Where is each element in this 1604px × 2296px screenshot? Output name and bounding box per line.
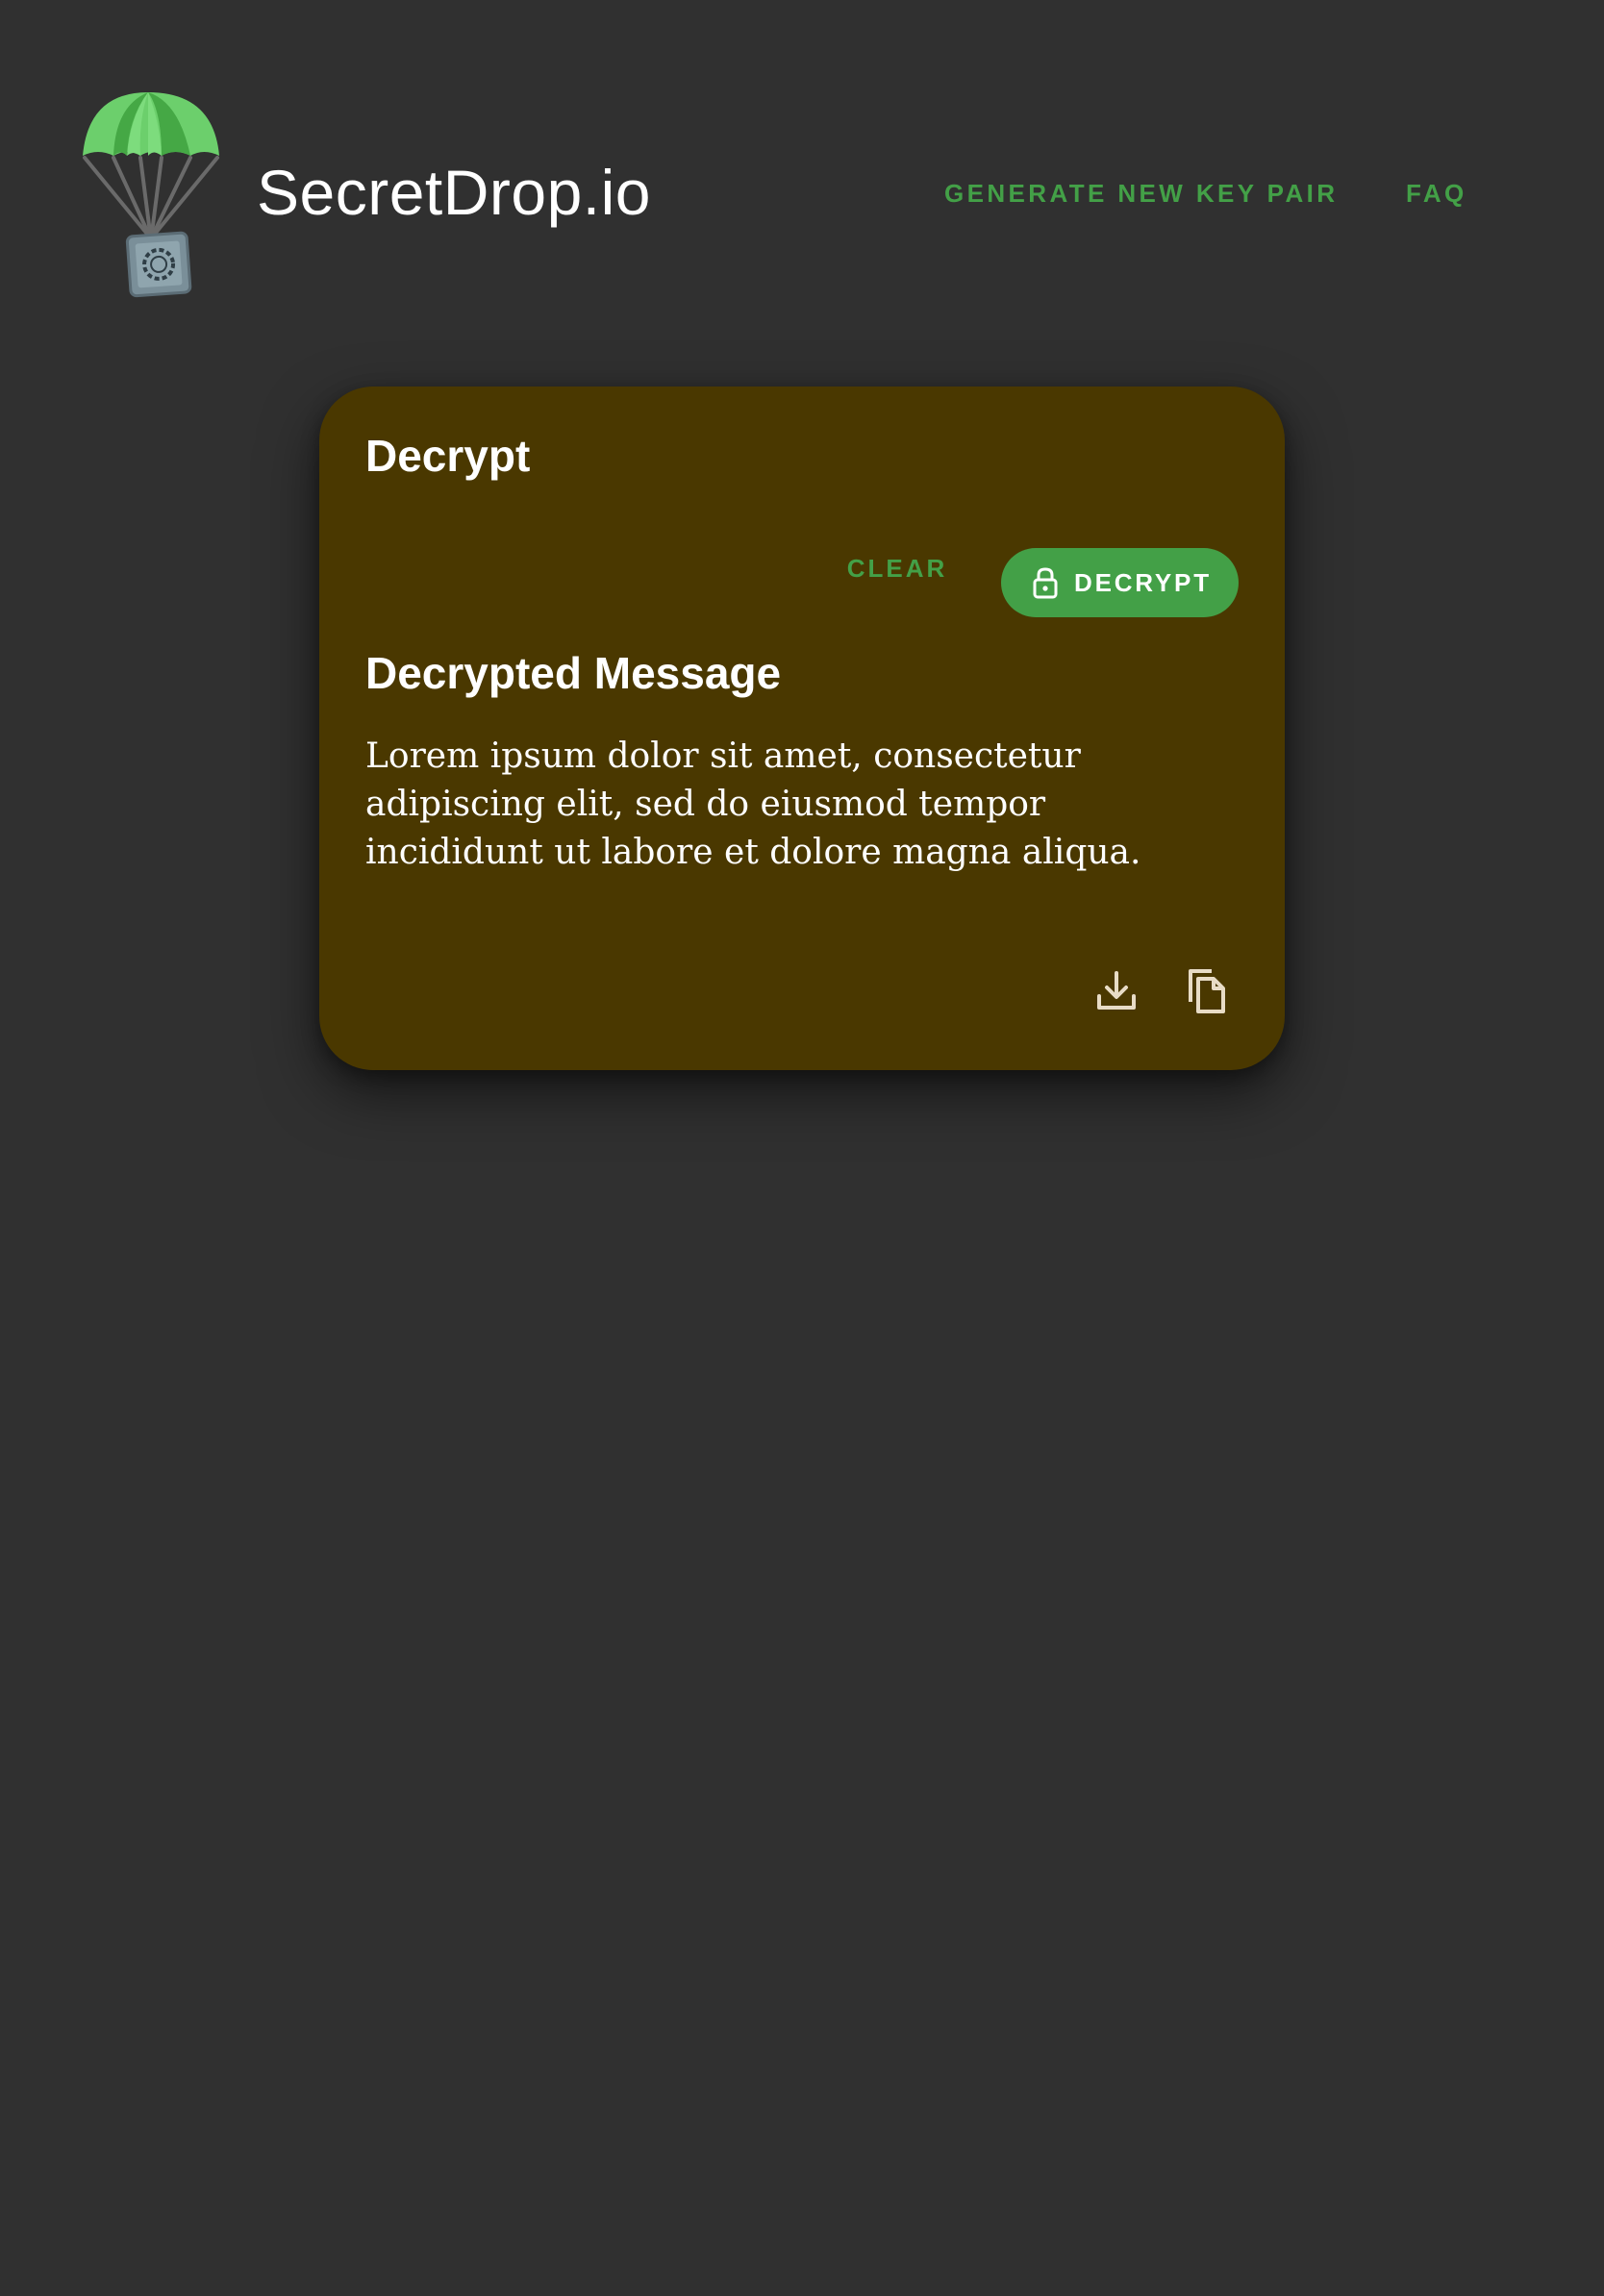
- copy-icon[interactable]: [1183, 967, 1231, 1015]
- decrypted-message-text: Lorem ipsum dolor sit amet, consectetur …: [365, 736, 1141, 872]
- decrypted-message-heading: Decrypted Message: [365, 648, 782, 698]
- generate-key-pair-link[interactable]: GENERATE NEW KEY PAIR: [944, 177, 1338, 210]
- download-icon[interactable]: [1092, 967, 1140, 1015]
- clear-button[interactable]: CLEAR: [837, 546, 958, 590]
- brand-title[interactable]: SecretDrop.io: [257, 156, 651, 229]
- decrypt-button-label: DECRYPT: [1074, 568, 1212, 597]
- decrypt-button[interactable]: DECRYPT: [1001, 548, 1239, 617]
- faq-link[interactable]: FAQ: [1406, 177, 1467, 210]
- card-title: Decrypt: [365, 431, 531, 481]
- parachute-safe-icon[interactable]: [79, 88, 223, 300]
- decrypt-card: Decrypt CLEAR DECRYPT Decrypted Message …: [319, 387, 1285, 1070]
- app-header: SecretDrop.io GENERATE NEW KEY PAIR FAQ: [0, 0, 1604, 308]
- lock-icon: [1028, 565, 1063, 600]
